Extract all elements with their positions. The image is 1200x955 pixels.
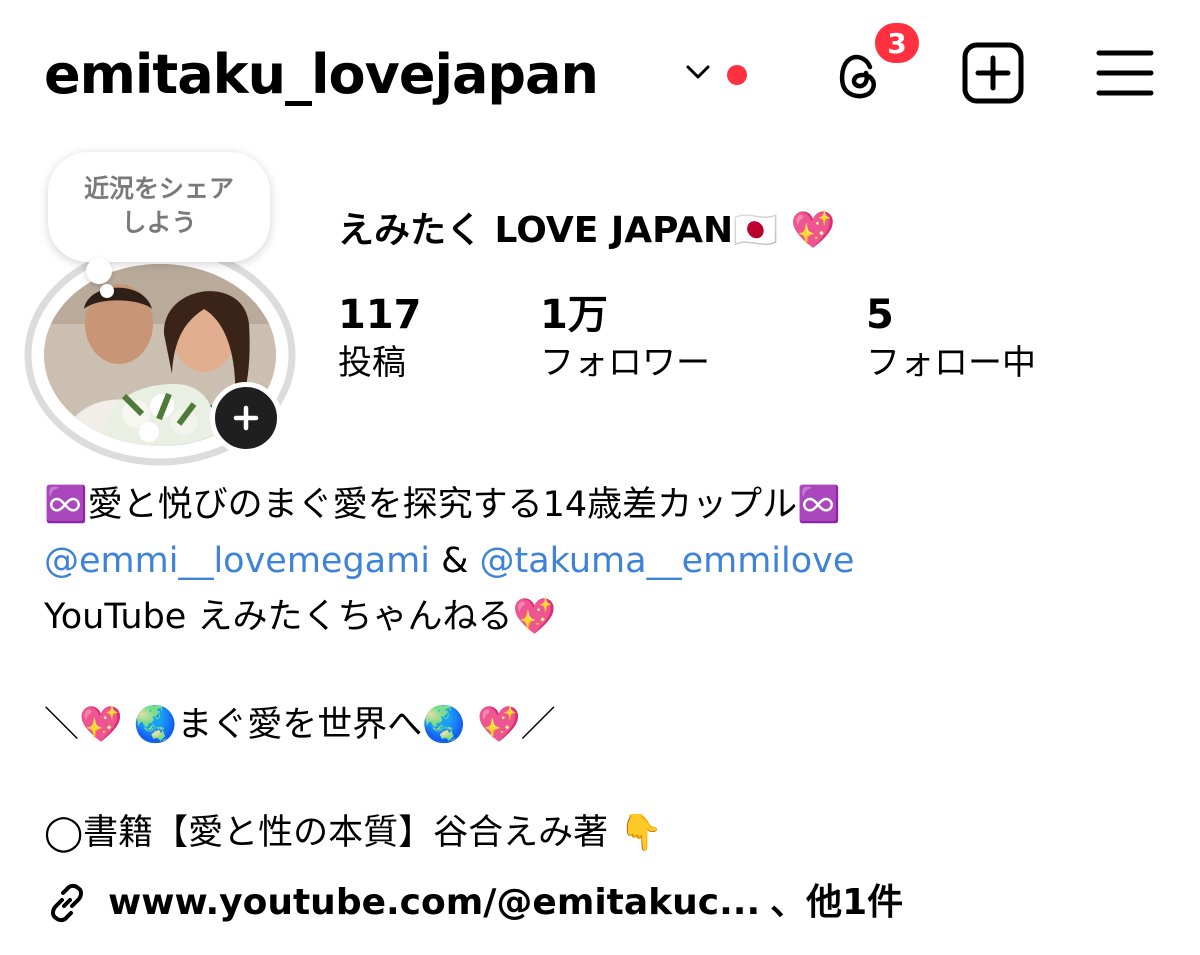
username[interactable]: emitaku_lovejapan [44, 40, 599, 110]
link-suffix[interactable]: 、他1件 [770, 878, 903, 928]
unread-dot [727, 65, 747, 85]
link-icon [51, 883, 83, 923]
notification-badge: 3 [872, 20, 922, 66]
stat-following[interactable]: 5 フォロー中 [866, 290, 1036, 386]
mention-takuma[interactable]: @takuma__emmilove [480, 541, 855, 581]
menu-icon[interactable] [1096, 47, 1154, 99]
add-story-button[interactable] [210, 382, 282, 454]
add-story-icon [233, 405, 259, 431]
new-post-icon[interactable] [962, 42, 1024, 104]
note-bubble[interactable]: 近況をシェア しよう [48, 152, 270, 262]
bio-amp: & [429, 541, 480, 581]
bio-mentions: @emmi__lovemegami & @takuma__emmilove [44, 536, 854, 586]
bio-line-4: ＼💖 🌏まぐ愛を世界へ🌏 💖／ [44, 705, 556, 745]
bio-line-1: ♾️愛と悦びのまぐ愛を探究する14歳差カップル♾️ [44, 485, 841, 525]
stat-following-label: フォロー中 [866, 343, 1036, 383]
note-bubble-text: 近況をシェア しよう [83, 174, 234, 237]
bio-line-3: YouTube えみたくちゃんねる💖 [44, 597, 557, 637]
stat-followers[interactable]: 1万 フォロワー [540, 290, 710, 386]
stat-posts[interactable]: 117 投稿 [338, 290, 422, 386]
note-bubble-tail-small [100, 284, 114, 298]
stat-posts-count: 117 [338, 292, 422, 338]
chevron-down-icon[interactable] [684, 58, 712, 86]
mention-emmi[interactable]: @emmi__lovemegami [44, 541, 430, 581]
stat-posts-label: 投稿 [338, 343, 406, 383]
bio-line-5: ◯書籍【愛と性の本質】谷合えみ著 👇 [44, 813, 663, 853]
stat-followers-label: フォロワー [540, 343, 710, 383]
link-url[interactable]: www.youtube.com/@emitakuc... [108, 878, 760, 928]
bio-link[interactable]: www.youtube.com/@emitakuc... 、他1件 [44, 878, 903, 928]
note-bubble-tail [86, 258, 112, 284]
stat-followers-count: 1万 [540, 292, 608, 338]
display-name: えみたく LOVE JAPAN🇯🇵 💖 [338, 210, 836, 251]
stat-following-count: 5 [866, 292, 894, 338]
